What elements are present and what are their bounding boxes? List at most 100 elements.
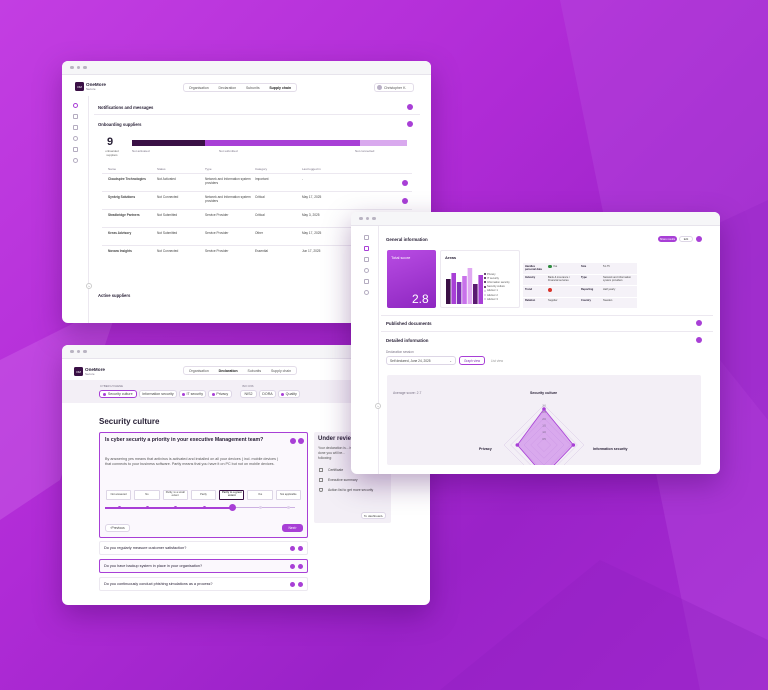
list-view-button[interactable]: List view: [487, 356, 507, 365]
summary-icon: [319, 478, 323, 482]
tab-declaration[interactable]: Declaration: [218, 86, 236, 90]
info-icon[interactable]: [290, 564, 295, 569]
table-cell: Service Provider: [205, 249, 229, 253]
share-results-button[interactable]: Share results: [658, 236, 677, 242]
dashboard-button[interactable]: To dashboard ›: [361, 512, 386, 519]
info-icon[interactable]: [290, 546, 295, 551]
next-button[interactable]: Next ›: [282, 524, 303, 532]
answer-scale: Not answered No Partly, to a small extent P…: [105, 490, 303, 514]
scale-point[interactable]: [174, 506, 178, 509]
question-row[interactable]: Do you continuously conduct phishing sim…: [99, 577, 308, 591]
info-value: [548, 287, 578, 292]
share-icon[interactable]: [73, 136, 78, 141]
info-icon[interactable]: [290, 438, 296, 444]
total-score-label: Total score: [391, 255, 411, 260]
tab-organisation[interactable]: Organisation: [189, 86, 209, 90]
chip-dora[interactable]: DORA: [259, 390, 276, 398]
onboarded-count: 9: [107, 136, 114, 148]
support-icon[interactable]: [73, 158, 78, 163]
info-label: Type: [581, 276, 587, 279]
radar-point[interactable]: [515, 443, 520, 447]
expand-toggle-icon[interactable]: [696, 320, 702, 326]
answer-option[interactable]: No: [134, 490, 160, 500]
question-row[interactable]: Do you have backup system in place in yo…: [99, 559, 308, 573]
tab-declaration[interactable]: Declaration: [219, 369, 238, 373]
chip-information-security[interactable]: Information security: [139, 390, 177, 398]
share-icon[interactable]: [364, 268, 369, 273]
edit-button[interactable]: Edit: [679, 236, 693, 242]
expand-toggle-icon[interactable]: [407, 104, 413, 110]
tab-supply-chain[interactable]: Supply chain: [269, 86, 291, 90]
chip-nis2[interactable]: NIS2: [240, 390, 257, 398]
collapse-sidebar-button[interactable]: ›: [86, 283, 92, 289]
chart-icon[interactable]: [73, 147, 78, 152]
previous-button[interactable]: ‹ Previous: [105, 524, 130, 532]
chip-it-security[interactable]: IT security: [179, 390, 206, 398]
brand-sub: Secure: [85, 372, 95, 376]
collapse-sidebar-button[interactable]: ›: [375, 403, 381, 409]
scale-point[interactable]: [117, 506, 121, 509]
answer-option[interactable]: Not answered: [106, 490, 132, 500]
areas-legend: Privacy IT security Information security Se…: [484, 272, 520, 301]
collapse-toggle-icon[interactable]: [696, 337, 702, 343]
dashboard-icon[interactable]: [73, 103, 78, 108]
scale-point[interactable]: [228, 504, 236, 511]
answer-option[interactable]: Partly to a great extent: [219, 490, 245, 500]
chevron-down-icon: ⌄: [449, 358, 452, 363]
answer-option[interactable]: Partly: [190, 490, 217, 500]
tab-organisation[interactable]: Organisation: [189, 369, 209, 373]
collapse-toggle-icon[interactable]: [696, 236, 702, 242]
comment-icon[interactable]: [298, 546, 303, 551]
sidebar: [351, 226, 379, 474]
comment-icon[interactable]: [298, 438, 304, 444]
row-action-icon[interactable]: [402, 180, 408, 186]
legend-label: Advisor 1: [487, 289, 498, 293]
tab-subunits[interactable]: Subunits: [248, 369, 262, 373]
col-last-logged[interactable]: Last logged in: [302, 167, 321, 171]
graph-view-button[interactable]: Graph view: [459, 356, 485, 365]
table-cell: Jun 17, 2025: [302, 249, 321, 253]
collapse-toggle-icon[interactable]: [407, 121, 413, 127]
user-menu[interactable]: Christopher K.: [374, 83, 414, 92]
notifications-section[interactable]: Notifications and messages: [94, 101, 420, 115]
scale-point[interactable]: [287, 506, 291, 509]
chart-icon[interactable]: [364, 279, 369, 284]
support-icon[interactable]: [364, 290, 369, 295]
scale-point[interactable]: [259, 506, 263, 509]
radar-point[interactable]: [571, 443, 576, 447]
table-cell: Cloudspire Technologies: [108, 177, 146, 181]
chip-quality[interactable]: Quality: [278, 390, 300, 398]
status-dot-icon: [181, 392, 185, 396]
col-name[interactable]: Name: [108, 167, 116, 171]
answer-option[interactable]: Not applicable: [275, 490, 301, 500]
chip-privacy[interactable]: Privacy: [208, 390, 232, 398]
table-row[interactable]: Synkrig Solutions Not Connected Network an…: [102, 191, 412, 207]
tab-subunits[interactable]: Subunits: [246, 86, 260, 90]
col-category[interactable]: Category: [255, 167, 267, 171]
col-type[interactable]: Type: [205, 167, 212, 171]
chip-security-culture[interactable]: Security culture: [99, 390, 137, 398]
answer-option[interactable]: Yes: [247, 490, 273, 500]
table-row[interactable]: Cloudspire Technologies Not Activated Netw…: [102, 173, 412, 189]
certificate-icon: [319, 468, 323, 472]
info-value: Sweden: [603, 299, 613, 302]
document-icon[interactable]: [364, 246, 369, 251]
scale-point[interactable]: [145, 506, 149, 509]
comment-icon[interactable]: [298, 582, 303, 587]
question-row[interactable]: Do you regularly measure customer satisf…: [99, 541, 308, 555]
app-logo: OM: [74, 367, 83, 376]
tab-supply-chain[interactable]: Supply chain: [271, 369, 291, 373]
comment-icon[interactable]: [298, 564, 303, 569]
info-icon[interactable]: [290, 582, 295, 587]
home-icon[interactable]: [364, 235, 369, 240]
answer-option[interactable]: Partly, to a small extent: [162, 490, 188, 500]
home-icon[interactable]: [73, 114, 78, 119]
radar-panel: Average score: 2.7 3.0 2.5 2.0 1.5 1.0 0.5 Se…: [387, 375, 701, 465]
scale-point[interactable]: [202, 506, 206, 509]
document-icon[interactable]: [73, 125, 78, 130]
col-status[interactable]: Status: [157, 167, 166, 171]
users-icon[interactable]: [364, 257, 369, 262]
row-action-icon[interactable]: [402, 198, 408, 204]
areas-label: Areas: [445, 255, 457, 260]
session-select[interactable]: Self declared, June 24, 2025 ⌄: [386, 356, 456, 365]
